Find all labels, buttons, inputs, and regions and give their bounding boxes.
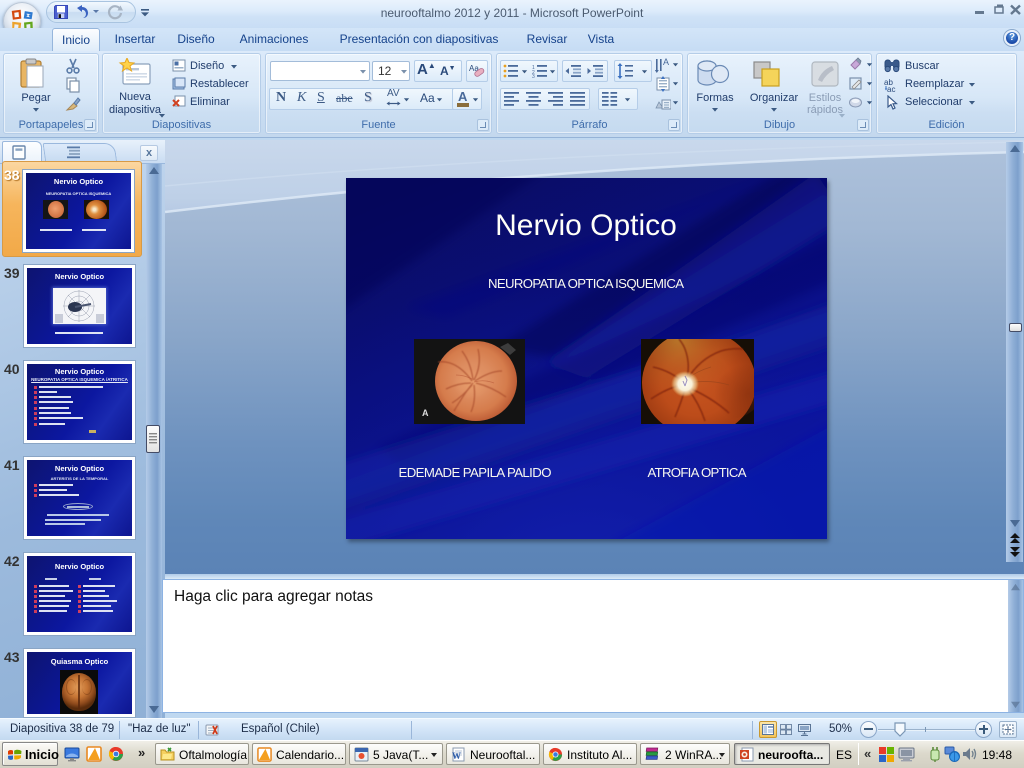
svg-text:ATROFIA OPTICA: ATROFIA OPTICA — [648, 465, 747, 480]
svg-text:A: A — [422, 408, 429, 418]
svg-text:3: 3 — [532, 74, 535, 78]
svg-text:W: W — [452, 751, 461, 761]
svg-text:EDEMADE PAPILA PALIDO: EDEMADE PAPILA PALIDO — [399, 465, 552, 480]
svg-text:A: A — [663, 57, 669, 67]
svg-text:ac: ac — [887, 85, 895, 92]
svg-text:Nervio Optico: Nervio Optico — [495, 209, 677, 242]
svg-text:NEUROPATIA OPTICA ISQUEMICA: NEUROPATIA OPTICA ISQUEMICA — [488, 276, 684, 291]
